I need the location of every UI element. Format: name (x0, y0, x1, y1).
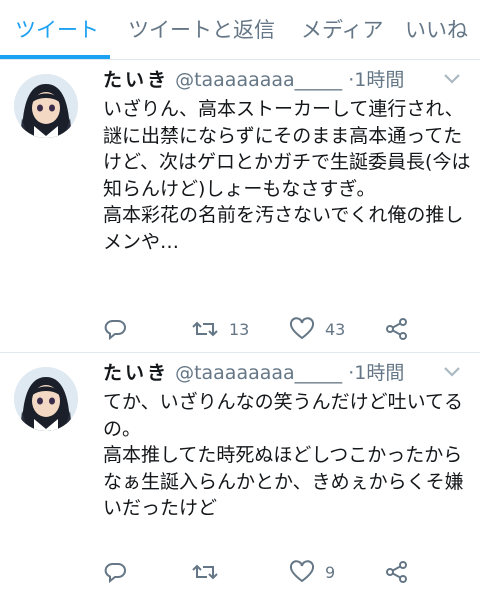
reply-icon (104, 320, 126, 341)
tweet-actions: 13 43 (103, 316, 480, 342)
user-handle[interactable]: @taaaaaaaa_____ (175, 69, 342, 91)
display-name[interactable]: たいき (103, 362, 169, 384)
tab-likes[interactable]: いいね (405, 14, 468, 44)
avatar[interactable] (14, 367, 78, 431)
active-tab-indicator (0, 55, 110, 59)
chevron-down-icon[interactable] (442, 365, 462, 379)
like-count: 9 (325, 562, 336, 582)
like-button[interactable]: 9 (289, 559, 335, 585)
retweet-button[interactable] (191, 559, 229, 585)
tweet[interactable]: たいき @taaaaaaaa_____ ·1時間 てか、いざりんなの笑うんだけど… (0, 353, 480, 595)
heart-icon (289, 560, 315, 583)
reply-icon (104, 563, 126, 584)
tweet-actions: 9 (103, 559, 480, 585)
tweet[interactable]: たいき @taaaaaaaa_____ ·1時間 いざりん、高本ストーカーして連… (0, 60, 480, 353)
user-handle[interactable]: @taaaaaaaa_____ (175, 362, 342, 384)
share-icon (386, 318, 407, 340)
tweet-header: たいき @taaaaaaaa_____ ·1時間 (103, 359, 404, 387)
share-icon (386, 561, 407, 583)
avatar[interactable] (14, 74, 78, 138)
reply-button[interactable] (103, 316, 137, 342)
tweet-text: てか、いざりんなの笑うんだけど吐いてるの。 高本推してた時死ぬほどしつこかったか… (103, 391, 464, 519)
like-count: 43 (325, 319, 346, 339)
retweet-button[interactable]: 13 (191, 316, 249, 342)
tab-media[interactable]: メディア (301, 14, 384, 44)
retweet-icon (192, 321, 218, 337)
timestamp[interactable]: 1時間 (354, 69, 404, 91)
retweet-count: 13 (229, 319, 250, 339)
timestamp[interactable]: 1時間 (354, 362, 404, 384)
tab-tweets-and-replies[interactable]: ツイートと返信 (128, 14, 275, 44)
retweet-icon (192, 564, 218, 580)
tab-tweets[interactable]: ツイート (15, 14, 99, 44)
display-name[interactable]: たいき (103, 69, 169, 91)
share-button[interactable] (385, 559, 409, 585)
chevron-down-icon[interactable] (442, 72, 462, 86)
like-button[interactable]: 43 (289, 316, 345, 342)
heart-icon (289, 317, 315, 340)
share-button[interactable] (385, 316, 409, 342)
profile-tabs: ツイート ツイートと返信 メディア いいね (0, 0, 480, 60)
tweet-header: たいき @taaaaaaaa_____ ·1時間 (103, 66, 404, 94)
tweet-text: いざりん、高本ストーカーして連行され、謎に出禁にならずにそのまま高本通ってたけど… (103, 98, 471, 253)
reply-button[interactable] (103, 559, 137, 585)
